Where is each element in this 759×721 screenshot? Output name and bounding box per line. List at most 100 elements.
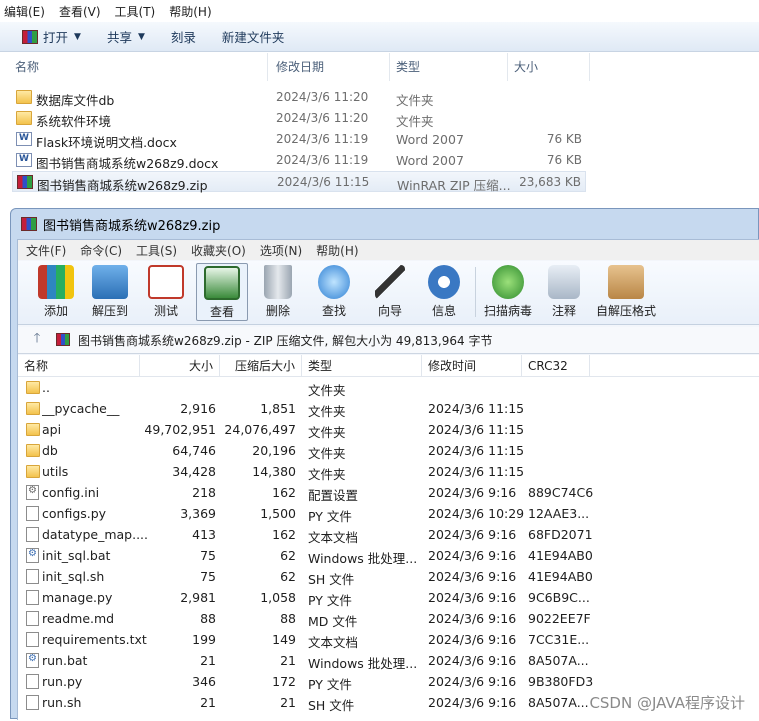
- column-type[interactable]: 类型: [390, 53, 508, 81]
- entry-packed-size: 21: [280, 653, 296, 668]
- menu-commands[interactable]: 命令(C): [80, 242, 122, 259]
- archive-row[interactable]: run.bat 21 21 Windows 批处理... 2024/3/6 9:16 8A…: [18, 650, 759, 671]
- archive-row[interactable]: api 49,702,951 24,076,497 文件夹 2024/3/6 11:15: [18, 419, 759, 440]
- archive-row[interactable]: run.py 346 172 PY 文件 2024/3/6 9:16 9B380FD3: [18, 671, 759, 692]
- entry-crc: 7CC31E...: [528, 632, 590, 647]
- menu-edit[interactable]: 编辑(E): [0, 3, 55, 20]
- winrar-window: 图书销售商城系统w268z9.zip 文件(F) 命令(C) 工具(S) 收藏夹…: [10, 208, 759, 721]
- file-row[interactable]: 系统软件环境 2024/3/6 11:20 文件夹: [12, 108, 586, 129]
- share-button[interactable]: 共享 ▼: [107, 27, 145, 46]
- menu-options[interactable]: 选项(N): [260, 242, 302, 259]
- menu-help[interactable]: 帮助(H): [316, 242, 358, 259]
- file-size: 76 KB: [546, 153, 582, 167]
- column-modified[interactable]: 修改时间: [422, 355, 522, 377]
- menu-help[interactable]: 帮助(H): [165, 3, 221, 20]
- archive-row[interactable]: __pycache__ 2,916 1,851 文件夹 2024/3/6 11:15: [18, 398, 759, 419]
- archive-row[interactable]: init_sql.sh 75 62 SH 文件 2024/3/6 9:16 41E94AB…: [18, 566, 759, 587]
- column-modified-label: 修改日期: [276, 60, 325, 74]
- entry-modified: 2024/3/6 11:15: [428, 464, 525, 479]
- file-row[interactable]: 数据库文件db 2024/3/6 11:20 文件夹: [12, 87, 586, 108]
- find-label: 查找: [321, 304, 346, 318]
- entry-modified: 2024/3/6 9:16: [428, 674, 517, 689]
- entry-modified: 2024/3/6 9:16: [428, 548, 517, 563]
- file-row[interactable]: 图书销售商城系统w268z9.docx 2024/3/6 11:19 Word …: [12, 150, 586, 171]
- file-size: 23,683 KB: [519, 175, 581, 189]
- column-name[interactable]: 名称: [18, 355, 140, 377]
- winrar-title-bar[interactable]: 图书销售商城系统w268z9.zip: [11, 209, 759, 239]
- entry-packed-size: 149: [272, 632, 296, 647]
- archive-row[interactable]: manage.py 2,981 1,058 PY 文件 2024/3/6 9:16 9C6…: [18, 587, 759, 608]
- entry-crc: 9022EE7F: [528, 611, 591, 626]
- column-modified[interactable]: 修改日期: [262, 53, 390, 81]
- test-button[interactable]: 测试: [142, 263, 190, 321]
- folder-icon: [26, 465, 40, 478]
- up-arrow-icon[interactable]: 🡑: [18, 329, 56, 351]
- archive-row[interactable]: configs.py 3,369 1,500 PY 文件 2024/3/6 10:29 1…: [18, 503, 759, 524]
- column-crc-label: CRC32: [528, 359, 568, 373]
- wizard-button[interactable]: 向导: [366, 263, 414, 321]
- entry-crc: 8A507A...: [528, 695, 589, 710]
- menu-tools[interactable]: 工具(S): [136, 242, 177, 259]
- archive-row[interactable]: .. 文件夹: [18, 377, 759, 398]
- column-crc[interactable]: CRC32: [522, 355, 590, 377]
- entry-crc: 889C74C6: [528, 485, 594, 500]
- column-size-label: 大小: [188, 359, 213, 373]
- open-button[interactable]: 打开 ▼: [22, 27, 81, 46]
- entry-name: manage.py: [42, 590, 113, 605]
- new-folder-label: 新建文件夹: [221, 30, 285, 45]
- scan-virus-button[interactable]: 扫描病毒: [480, 263, 536, 321]
- comment-button[interactable]: 注释: [542, 263, 586, 321]
- address-bar: 🡑 图书销售商城系统w268z9.zip - ZIP 压缩文件, 解包大小为 4…: [18, 327, 759, 354]
- column-type[interactable]: 类型: [302, 355, 422, 377]
- menu-view[interactable]: 查看(V): [55, 3, 111, 20]
- archive-row[interactable]: datatype_map.... 413 162 文本文档 2024/3/6 9:16 6…: [18, 524, 759, 545]
- column-size[interactable]: 大小: [508, 53, 590, 81]
- column-name-label: 名称: [24, 359, 49, 373]
- entry-name: run.sh: [42, 695, 82, 710]
- extract-to-button[interactable]: 解压到: [84, 263, 136, 321]
- new-folder-button[interactable]: 新建文件夹: [222, 27, 285, 46]
- menu-favorites[interactable]: 收藏夹(O): [191, 242, 246, 259]
- file-icon: [26, 506, 39, 521]
- file-row[interactable]: Flask环境说明文档.docx 2024/3/6 11:19 Word 200…: [12, 129, 586, 150]
- batch-file-icon: [26, 653, 39, 668]
- delete-button[interactable]: 删除: [254, 263, 302, 321]
- add-button[interactable]: 添加: [32, 263, 80, 321]
- archive-row[interactable]: utils 34,428 14,380 文件夹 2024/3/6 11:15: [18, 461, 759, 482]
- entry-name: init_sql.sh: [42, 569, 105, 584]
- winrar-archive-icon: [21, 217, 37, 231]
- view-label: 查看: [209, 305, 234, 319]
- entry-modified: 2024/3/6 11:15: [428, 401, 525, 416]
- entry-type: SH 文件: [308, 572, 355, 587]
- menu-file[interactable]: 文件(F): [26, 242, 66, 259]
- sfx-button[interactable]: 自解压格式: [592, 263, 660, 321]
- file-type: Word 2007: [396, 153, 464, 168]
- magnifier-icon: [318, 265, 350, 299]
- entry-name: run.bat: [42, 653, 88, 668]
- entry-size: 346: [192, 674, 216, 689]
- archive-row[interactable]: config.ini 218 162 配置设置 2024/3/6 9:16 889C74C…: [18, 482, 759, 503]
- file-row-selected[interactable]: 图书销售商城系统w268z9.zip 2024/3/6 11:15 WinRAR…: [12, 171, 586, 193]
- archive-row[interactable]: init_sql.bat 75 62 Windows 批处理... 2024/3/6 9…: [18, 545, 759, 566]
- entry-packed-size: 62: [280, 548, 296, 563]
- entry-name: ..: [42, 380, 50, 395]
- archive-row[interactable]: readme.md 88 88 MD 文件 2024/3/6 9:16 9022EE7F: [18, 608, 759, 629]
- archive-row[interactable]: db 64,746 20,196 文件夹 2024/3/6 11:15: [18, 440, 759, 461]
- trash-icon: [264, 265, 292, 299]
- info-button[interactable]: 信息: [420, 263, 468, 321]
- entry-size: 413: [192, 527, 216, 542]
- entry-type: 文件夹: [308, 467, 346, 482]
- column-packed[interactable]: 压缩后大小: [220, 355, 302, 377]
- entry-type: Windows 批处理...: [308, 551, 418, 566]
- column-name[interactable]: 名称: [0, 53, 268, 81]
- file-date: 2024/3/6 11:15: [277, 175, 370, 189]
- entry-crc: 9B380FD3: [528, 674, 594, 689]
- burn-button[interactable]: 刻录: [171, 27, 196, 46]
- entry-size: 218: [192, 485, 216, 500]
- view-button[interactable]: 查看: [196, 263, 248, 321]
- find-button[interactable]: 查找: [310, 263, 358, 321]
- entry-name: run.py: [42, 674, 83, 689]
- archive-row[interactable]: requirements.txt 199 149 文本文档 2024/3/6 9:16 7…: [18, 629, 759, 650]
- menu-tools[interactable]: 工具(T): [111, 3, 166, 20]
- column-size[interactable]: 大小: [140, 355, 220, 377]
